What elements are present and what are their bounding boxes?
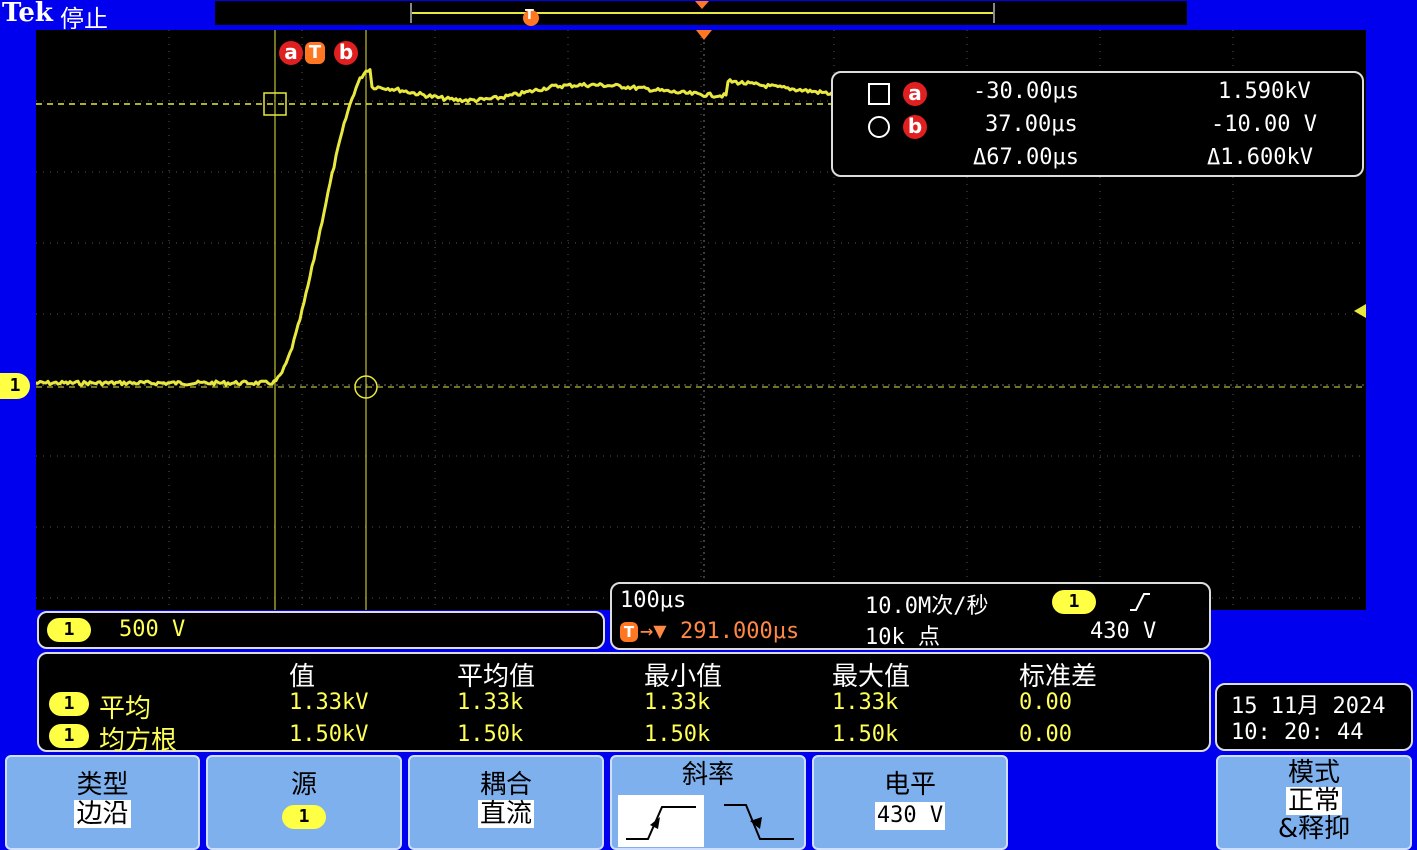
channel-1-marker-label: 1 xyxy=(9,375,21,396)
channel-1-ground-marker[interactable]: 1 xyxy=(0,373,30,399)
row2-name: 均方根 xyxy=(99,726,178,756)
softkey-level-label: 电平 xyxy=(883,770,936,800)
softkey-mode-value: 正常 xyxy=(1285,786,1342,816)
softkey-source[interactable]: 源 1 xyxy=(206,755,402,850)
row2-mean: 1.50k xyxy=(457,722,524,747)
trigger-position-marker xyxy=(696,30,712,40)
date: 15 11月 2024 xyxy=(1231,694,1386,719)
row1-min: 1.33k xyxy=(644,690,711,715)
trigger-level-readout: 430 V xyxy=(1090,619,1157,644)
softkey-coupling-value: 直流 xyxy=(477,799,534,829)
record-view-window[interactable] xyxy=(410,3,995,23)
softkey-mode-value2: &释抑 xyxy=(1277,814,1351,844)
softkey-source-label: 源 xyxy=(290,770,317,800)
row2-std: 0.00 xyxy=(1019,722,1072,747)
col-header-mean: 平均值 xyxy=(457,662,536,692)
softkey-slope-label: 斜率 xyxy=(681,760,734,790)
rising-slope-icon xyxy=(626,806,696,840)
cursor-readout-box: a -30.00μs 1.590kV b 37.00μs -10.00 V Δ6… xyxy=(831,71,1364,177)
softkey-coupling-label: 耦合 xyxy=(479,770,532,800)
col-header-min: 最小值 xyxy=(644,662,723,692)
softkey-type-value: 边沿 xyxy=(74,799,131,829)
cursor-a-icon: a xyxy=(903,82,927,106)
acquisition-status: 停止 xyxy=(60,5,108,33)
trigger-flag: T xyxy=(305,42,325,64)
softkey-coupling[interactable]: 耦合 直流 xyxy=(408,755,604,850)
softkey-level-value: 430 V xyxy=(874,802,946,830)
channel-1-badge: 1 xyxy=(47,618,91,642)
cursor-b-value: -10.00 V xyxy=(1211,112,1317,137)
timebase-box[interactable]: 100μs T →▼ 291.000μs 10.0M次/秒 10k 点 1 43… xyxy=(610,582,1211,650)
rising-edge-icon xyxy=(1130,593,1150,611)
delta-value: Δ1.600kV xyxy=(1207,145,1313,170)
row2-max: 1.50k xyxy=(832,722,899,747)
softkey-type[interactable]: 类型 边沿 xyxy=(5,755,200,850)
cursor-b-time: 37.00μs xyxy=(985,112,1078,137)
channel-scale-box[interactable]: 1 500 V xyxy=(37,611,605,649)
row1-channel-badge: 1 xyxy=(49,692,89,716)
time: 10: 20: 44 xyxy=(1231,720,1364,745)
trigger-position-icon: T xyxy=(620,622,638,642)
measurement-table: 值 平均值 最小值 最大值 标准差 1 平均 1.33kV 1.33k 1.33… xyxy=(37,652,1211,756)
slope-falling-option[interactable] xyxy=(716,795,802,847)
cursor-a-value: 1.590kV xyxy=(1218,79,1311,104)
cursor-b-flag: b xyxy=(334,41,358,65)
sample-rate: 10.0M次/秒 xyxy=(865,594,989,619)
row1-mean: 1.33k xyxy=(457,690,524,715)
col-header-value: 值 xyxy=(289,662,316,692)
softkey-mode-label: 模式 xyxy=(1287,758,1340,788)
row1-max: 1.33k xyxy=(832,690,899,715)
datetime-box: 15 11月 2024 10: 20: 44 xyxy=(1215,683,1413,751)
row2-value: 1.50kV xyxy=(289,722,369,747)
slope-rising-option[interactable] xyxy=(618,795,704,847)
falling-slope-icon xyxy=(724,804,794,840)
trigger-level-marker xyxy=(1354,304,1366,318)
cursor-a-time: -30.00μs xyxy=(973,79,1079,104)
circle-cursor-icon xyxy=(868,116,890,138)
trigger-position: 291.000μs xyxy=(680,619,800,644)
col-header-max: 最大值 xyxy=(832,662,911,692)
delta-time: Δ67.00μs xyxy=(973,145,1079,170)
record-length: 10k 点 xyxy=(865,625,940,650)
trigger-channel-badge: 1 xyxy=(1052,590,1096,614)
trigger-arrow-icon: →▼ xyxy=(640,619,667,644)
softkey-level[interactable]: 电平 430 V xyxy=(812,755,1008,850)
row1-std: 0.00 xyxy=(1019,690,1072,715)
softkey-type-label: 类型 xyxy=(76,770,129,800)
tek-logo: Tek xyxy=(2,0,53,28)
channel-1-trace xyxy=(35,68,838,387)
row2-channel-badge: 1 xyxy=(49,724,89,748)
col-header-std: 标准差 xyxy=(1019,662,1098,692)
channel-1-scale: 500 V xyxy=(119,617,186,642)
softkey-mode[interactable]: 模式 正常 &释抑 xyxy=(1216,755,1412,850)
cursor-b-icon: b xyxy=(903,115,927,139)
cursor-a-flag: a xyxy=(279,41,303,65)
softkey-slope[interactable]: 斜率 xyxy=(610,755,806,850)
time-per-div: 100μs xyxy=(620,588,687,613)
softkey-source-value: 1 xyxy=(282,805,326,829)
row2-min: 1.50k xyxy=(644,722,711,747)
row1-value: 1.33kV xyxy=(289,690,369,715)
square-cursor-icon xyxy=(868,83,890,105)
